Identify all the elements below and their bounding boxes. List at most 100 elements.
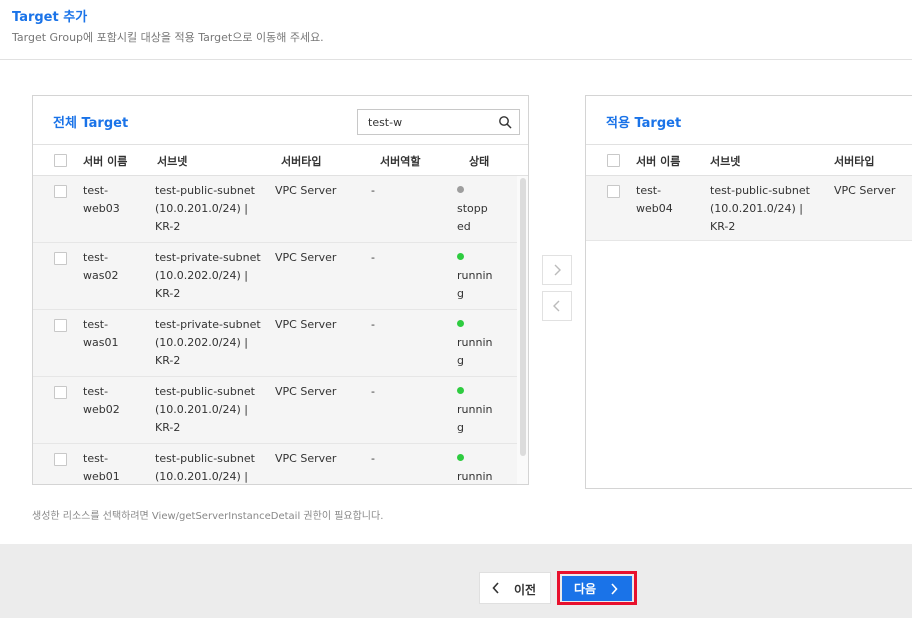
all-target-panel: 전체 Target 서버 이름 서브넷 서버타입 서버역할 상태 test-we… bbox=[32, 95, 529, 485]
server-role-cell: - bbox=[371, 184, 375, 197]
status-label: stopp bbox=[457, 202, 488, 215]
status-label: runnin bbox=[457, 403, 493, 416]
status-dot-line bbox=[457, 182, 488, 200]
cell-line: was02 bbox=[83, 269, 119, 282]
subnet-cell: test-private-subnet (10.0.202.0/24) | KR-2 bbox=[155, 249, 261, 303]
server-type-cell: VPC Server bbox=[275, 452, 337, 465]
select-all-checkbox[interactable] bbox=[54, 154, 67, 167]
cell-line: web03 bbox=[83, 202, 120, 215]
chevron-right-icon bbox=[554, 264, 561, 276]
subnet-cell: test-public-subnet(10.0.201.0/24) |KR-2 bbox=[155, 450, 255, 484]
status-label: runnin bbox=[457, 470, 493, 483]
status-cell: running bbox=[457, 450, 493, 484]
footer-bar bbox=[0, 544, 912, 618]
cell-line: test- bbox=[83, 385, 109, 398]
server-type-cell: VPC Server bbox=[275, 385, 337, 398]
column-header-name: 서버 이름 bbox=[636, 155, 681, 168]
subnet-cell: test-private-subnet (10.0.202.0/24) | KR-2 bbox=[155, 316, 261, 370]
column-header-role: 서버역할 bbox=[380, 155, 421, 168]
status-dot-icon bbox=[457, 454, 464, 461]
search-icon[interactable] bbox=[498, 115, 512, 129]
status-label: g bbox=[457, 287, 464, 300]
status-label: g bbox=[457, 421, 464, 434]
all-target-table-header: 서버 이름 서브넷 서버타입 서버역할 상태 bbox=[33, 144, 528, 176]
row-checkbox[interactable] bbox=[54, 252, 67, 265]
table-row[interactable]: test-web04 test-public-subnet (10.0.201.0/… bbox=[586, 176, 912, 241]
cell-line: (10.0.201.0/24) | bbox=[710, 202, 803, 215]
subnet-cell: test-public-subnet(10.0.201.0/24) |KR-2 bbox=[155, 383, 255, 437]
server-type-cell: VPC Server bbox=[275, 318, 337, 331]
row-checkbox[interactable] bbox=[54, 185, 67, 198]
server-role-cell: - bbox=[371, 385, 375, 398]
applied-target-table-body: test-web04 test-public-subnet (10.0.201.0/… bbox=[586, 176, 912, 476]
cell-line: (10.0.201.0/24) | bbox=[155, 202, 248, 215]
status-dot-icon bbox=[457, 320, 464, 327]
cell-line: KR-2 bbox=[155, 220, 181, 233]
chevron-right-icon bbox=[611, 583, 618, 595]
cell-line: test- bbox=[636, 184, 662, 197]
applied-target-table-header: 서버 이름 서브넷 서버타입 bbox=[586, 144, 912, 176]
status-cell: runnin g bbox=[457, 383, 492, 437]
status-dot-icon bbox=[457, 186, 464, 193]
table-row[interactable]: test-web02 test-public-subnet (10.0.201.0/… bbox=[33, 377, 517, 444]
cell-line: test- bbox=[83, 184, 109, 197]
table-row[interactable]: test-web03 test-public-subnet (10.0.201.0/… bbox=[33, 176, 517, 243]
column-header-type: 서버타입 bbox=[281, 155, 322, 168]
row-checkbox[interactable] bbox=[54, 386, 67, 399]
next-button[interactable]: 다음 bbox=[562, 576, 632, 601]
row-checkbox[interactable] bbox=[54, 319, 67, 332]
cell-line: test-public-subnet bbox=[155, 452, 255, 465]
subnet-cell: test-public-subnet (10.0.201.0/24) | KR-2 bbox=[155, 182, 255, 236]
status-label: runnin bbox=[457, 269, 493, 282]
chevron-left-icon bbox=[492, 582, 499, 594]
all-target-title: 전체 Target bbox=[53, 116, 129, 131]
select-all-applied-checkbox[interactable] bbox=[607, 154, 620, 167]
cell-line: test-private-subnet bbox=[155, 318, 261, 331]
cell-line: test-public-subnet bbox=[710, 184, 810, 197]
status-dot-line bbox=[457, 249, 492, 267]
row-checkbox[interactable] bbox=[607, 185, 620, 198]
cell-line: web04 bbox=[636, 202, 673, 215]
server-type-cell: VPC Server bbox=[275, 184, 337, 197]
cell-line: test-public-subnet bbox=[155, 184, 255, 197]
applied-target-panel: 적용 Target 서버 이름 서브넷 서버타입 test-web04 test-… bbox=[585, 95, 912, 489]
status-cell: runnin g bbox=[457, 316, 492, 370]
status-label: ed bbox=[457, 220, 471, 233]
status-label: g bbox=[457, 354, 464, 367]
column-header-subnet: 서브넷 bbox=[710, 155, 741, 168]
target-search-box bbox=[357, 109, 520, 135]
table-row[interactable]: test-was02 test-private-subnet (10.0.202.0… bbox=[33, 243, 517, 310]
table-row[interactable]: test-was01 test-private-subnet (10.0.202.0… bbox=[33, 310, 517, 377]
scrollbar-thumb[interactable] bbox=[520, 178, 526, 456]
table-row[interactable]: test-web01 test-public-subnet (10.0.201.0/… bbox=[33, 444, 517, 484]
status-label: runnin bbox=[457, 336, 493, 349]
cell-line: was01 bbox=[83, 336, 119, 349]
server-name-cell: test-was01 bbox=[83, 316, 118, 352]
cell-line: (10.0.202.0/24) | bbox=[155, 336, 248, 349]
column-header-status: 상태 bbox=[469, 155, 490, 168]
cell-line: test-public-subnet bbox=[155, 385, 255, 398]
cell-line: web01 bbox=[83, 470, 120, 483]
server-name-cell: test-web01 bbox=[83, 450, 120, 484]
all-target-scrollbar[interactable] bbox=[517, 176, 528, 484]
server-name-cell: test-web03 bbox=[83, 182, 120, 218]
prev-button[interactable]: 이전 bbox=[479, 572, 551, 604]
target-search-input[interactable] bbox=[358, 110, 496, 134]
server-type-cell: VPC Server bbox=[275, 251, 337, 264]
move-left-button[interactable] bbox=[542, 291, 572, 321]
server-name-cell: test-was02 bbox=[83, 249, 118, 285]
cell-line: KR-2 bbox=[155, 287, 181, 300]
column-header-name: 서버 이름 bbox=[83, 155, 128, 168]
subnet-cell: test-public-subnet(10.0.201.0/24) |KR-2 bbox=[710, 182, 810, 236]
status-dot-line bbox=[457, 316, 492, 334]
status-dot-line bbox=[457, 450, 492, 468]
row-checkbox[interactable] bbox=[54, 453, 67, 466]
status-dot-icon bbox=[457, 387, 464, 394]
cell-line: (10.0.201.0/24) | bbox=[155, 470, 248, 483]
status-cell: stopp ed bbox=[457, 182, 488, 236]
server-type-cell: VPC Server bbox=[834, 184, 896, 197]
column-header-type: 서버타입 bbox=[834, 155, 875, 168]
move-right-button[interactable] bbox=[542, 255, 572, 285]
server-role-cell: - bbox=[371, 452, 375, 465]
next-button-label: 다음 bbox=[574, 582, 597, 596]
